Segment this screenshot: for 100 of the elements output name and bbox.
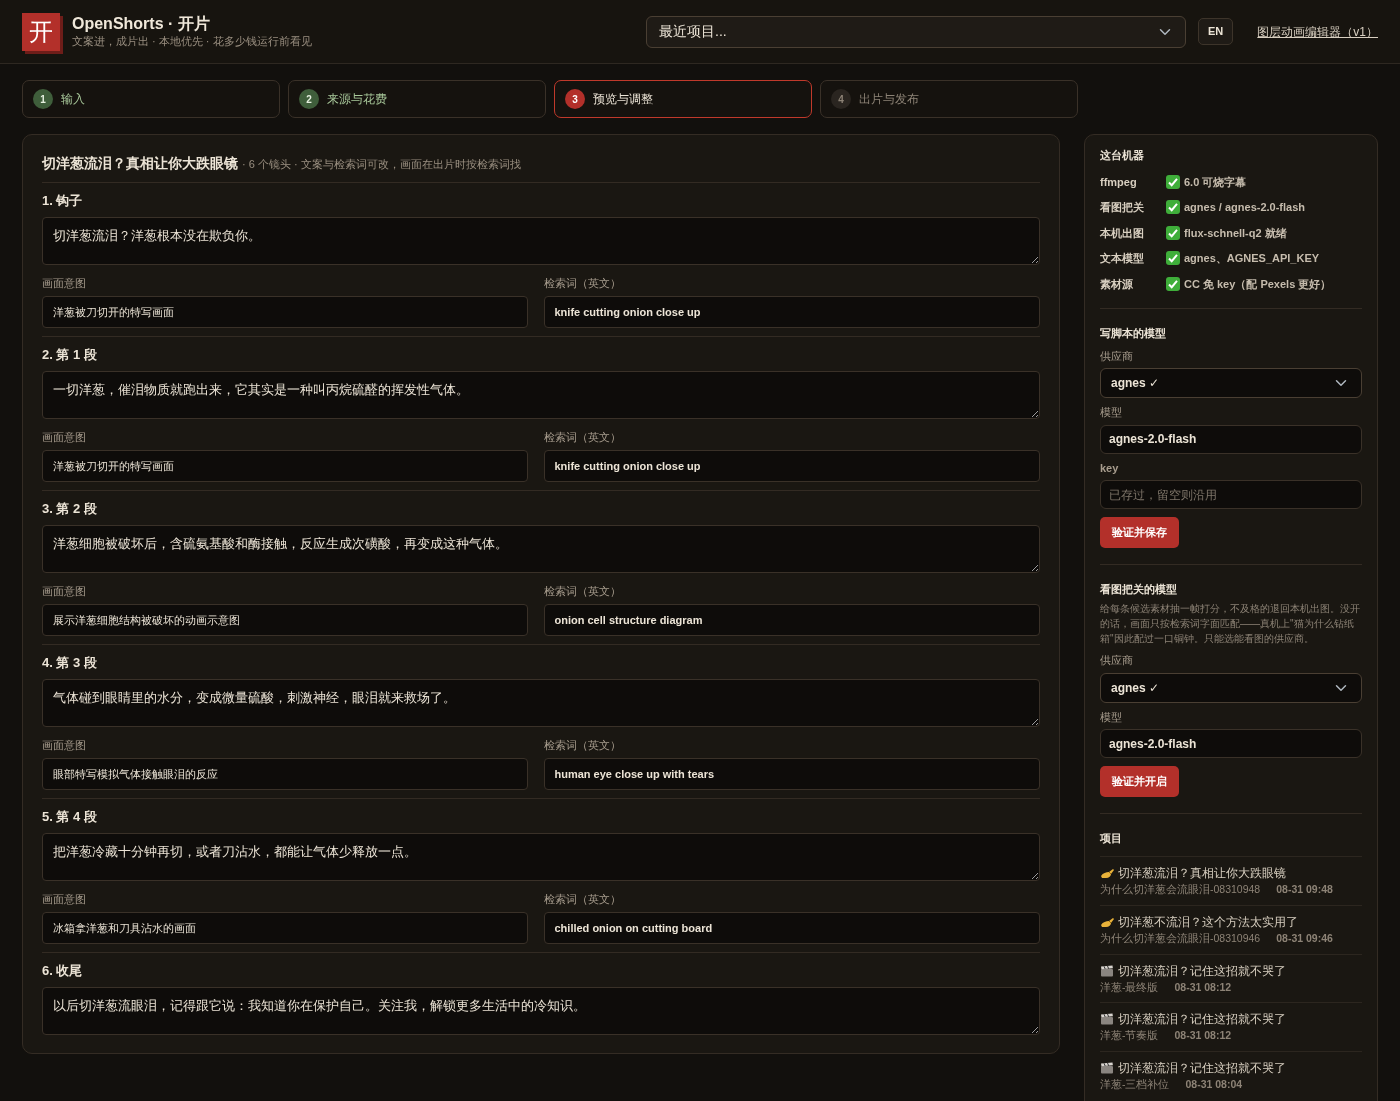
field-label: 画面意图 <box>42 737 87 753</box>
shot-text-field[interactable]: 把洋葱冷藏十分钟再切，或者刀沾水，都能让气体少释放一点。 <box>42 832 1040 881</box>
section-title: 项目 <box>1100 830 1123 846</box>
field-label: 模型 <box>1100 709 1123 725</box>
visual-intent-field[interactable]: 洋葱被刀切开的特写画面 <box>42 450 528 482</box>
step-number: 4 <box>831 89 851 109</box>
field-label: 画面意图 <box>42 429 87 445</box>
verify-button[interactable]: 验证并保存 <box>1100 517 1179 548</box>
editor-link[interactable]: 图层动画编辑器（v1） <box>1257 22 1378 41</box>
section-title: 看图把关的模型 <box>1100 581 1178 597</box>
section-description: 给每条候选素材抽一帧打分，不及格的退回本机出图。没开的话，画面只按检索词字面匹配——真机上"猫为什么钻纸箱"因此配过一口铜钟。只能选能看图的供应商。 <box>1100 602 1361 646</box>
status-name: 素材源 <box>1100 276 1134 292</box>
project-item[interactable]: 切洋葱流泪？记住这招就不哭了 洋葱-最终版 08-31 08:12 <box>1100 953 1362 1003</box>
status-name: 看图把关 <box>1100 200 1145 215</box>
shot-text-field[interactable]: 气体碰到眼睛里的水分，变成微量硫酸，刺激神经，眼泪就来救场了。 <box>42 678 1040 727</box>
search-query-field[interactable]: chilled onion on cutting board <box>543 912 1040 944</box>
section-title: 这台机器 <box>1100 148 1145 163</box>
status-name: 本机出图 <box>1100 225 1145 241</box>
script-meta: · 6 个镜头 · 文案与检索词可改，画面在出片时按检索词找 <box>242 157 521 172</box>
shot-text-field[interactable]: 洋葱细胞被破坏后，含硫氨基酸和酶接触，反应生成次磺酸，再变成这种气体。 <box>42 524 1040 573</box>
step-tab[interactable]: 2 来源与花费 <box>288 80 546 118</box>
field-label: 供应商 <box>1100 653 1134 668</box>
status-value: agnes、AGNES_API_KEY <box>1184 251 1320 266</box>
clapperboard-icon <box>1100 1062 1114 1074</box>
shot-heading: 5. 第 4 段 <box>42 808 98 826</box>
status-value: 6.0 可烧字幕 <box>1184 174 1247 190</box>
project-item[interactable]: 切洋葱流泪？记住这招就不哭了 洋葱-三档补位 08-31 08:04 <box>1100 1051 1362 1100</box>
shot-text-field[interactable]: 切洋葱流泪？洋葱根本没在欺负你。 <box>42 216 1040 265</box>
logo: 开 <box>22 12 60 51</box>
step-tab[interactable]: 3 预览与调整 <box>554 80 812 118</box>
search-query-field[interactable]: knife cutting onion close up <box>543 450 1040 482</box>
language-button[interactable]: EN <box>1198 18 1234 45</box>
field-label: 画面意图 <box>42 275 87 291</box>
visual-intent-field[interactable]: 洋葱被刀切开的特写画面 <box>42 296 528 328</box>
writing-hand-icon <box>1100 915 1114 928</box>
project-name: 洋葱-三档补位 <box>1100 1077 1170 1092</box>
status-value: CC 免 key（配 Pexels 更好） <box>1184 276 1332 292</box>
model-field[interactable]: agnes-2.0-flash <box>1100 729 1362 758</box>
shot-text-field[interactable]: 以后切洋葱流眼泪，记得跟它说：我知道你在保护自己。关注我，解锁更多生活中的冷知识。 <box>42 986 1040 1035</box>
field-label: 检索词（英文） <box>543 737 622 753</box>
recent-projects-select[interactable]: 最近项目... <box>646 15 1187 48</box>
search-query-field[interactable]: human eye close up with tears <box>543 758 1040 790</box>
field-label: 检索词（英文） <box>543 891 622 907</box>
app-subtitle: 文案进，成片出 · 本地优先 · 花多少钱运行前看见 <box>72 33 312 49</box>
project-item[interactable]: 切洋葱不流泪？这个方法太实用了 为什么切洋葱会流眼泪-08310946 08-31 09:46 <box>1100 904 1362 954</box>
project-time: 08-31 09:48 <box>1276 882 1333 897</box>
field-label: 画面意图 <box>42 583 87 599</box>
section-title: 写脚本的模型 <box>1100 326 1167 341</box>
field-label: 供应商 <box>1100 348 1134 364</box>
field-label: 检索词（英文） <box>543 275 622 291</box>
field-label: key <box>1100 460 1120 476</box>
project-name: 为什么切洋葱会流眼泪-08310946 <box>1100 930 1261 946</box>
script-title: 切洋葱流泪？真相让你大跌眼镜 <box>42 154 238 173</box>
step-number: 2 <box>299 89 319 109</box>
shot-heading: 4. 第 3 段 <box>42 654 98 672</box>
status-name: ffmpeg <box>1100 174 1138 190</box>
provider-select[interactable]: agnes ✓ <box>1100 672 1362 703</box>
step-number: 1 <box>33 89 53 109</box>
shot-heading: 1. 钩子 <box>42 192 84 210</box>
field-label: 画面意图 <box>42 891 87 907</box>
shot-heading: 6. 收尾 <box>42 962 84 980</box>
clapperboard-icon <box>1100 964 1114 977</box>
project-title: 切洋葱流泪？记住这招就不哭了 <box>1118 962 1286 980</box>
project-title: 切洋葱流泪？记住这招就不哭了 <box>1118 1060 1286 1077</box>
field-label: 检索词（英文） <box>543 429 622 445</box>
project-name: 洋葱-最终版 <box>1100 979 1159 995</box>
project-item[interactable]: 切洋葱流泪？真相让你大跌眼镜 为什么切洋葱会流眼泪-08310948 08-31 09:48 <box>1100 856 1362 905</box>
clapperboard-icon <box>1100 1013 1114 1026</box>
step-tab[interactable]: 1 输入 <box>22 80 280 118</box>
project-name: 为什么切洋葱会流眼泪-08310948 <box>1100 882 1261 897</box>
project-title: 切洋葱不流泪？这个方法太实用了 <box>1118 913 1298 931</box>
status-value: flux-schnell-q2 就绪 <box>1184 225 1287 241</box>
status-value: agnes / agnes-2.0-flash <box>1184 200 1306 215</box>
project-title: 切洋葱流泪？记住这招就不哭了 <box>1118 1011 1286 1029</box>
step-number: 3 <box>565 89 585 109</box>
app-title: OpenShorts · 开片 <box>72 13 211 33</box>
verify-button[interactable]: 验证并开启 <box>1100 766 1179 797</box>
status-name: 文本模型 <box>1100 251 1145 266</box>
field-label: 模型 <box>1100 405 1123 420</box>
project-time: 08-31 08:12 <box>1174 1028 1232 1044</box>
visual-intent-field[interactable]: 眼部特写模拟气体接触眼泪的反应 <box>42 758 528 790</box>
visual-intent-field[interactable]: 冰箱拿洋葱和刀具沾水的画面 <box>42 912 528 944</box>
key-field[interactable]: 已存过，留空则沿用 <box>1100 480 1362 509</box>
project-title: 切洋葱流泪？真相让你大跌眼镜 <box>1118 865 1286 882</box>
shot-text-field[interactable]: 一切洋葱，催泪物质就跑出来，它其实是一种叫丙烷硫醛的挥发性气体。 <box>42 370 1040 419</box>
writing-hand-icon <box>1100 867 1114 879</box>
project-name: 洋葱-节奏版 <box>1100 1028 1159 1044</box>
project-time: 08-31 09:46 <box>1276 930 1333 946</box>
shot-heading: 2. 第 1 段 <box>42 346 98 364</box>
project-item[interactable]: 切洋葱流泪？记住这招就不哭了 洋葱-节奏版 08-31 08:12 <box>1100 1002 1362 1051</box>
model-field[interactable]: agnes-2.0-flash <box>1100 424 1362 454</box>
field-label: 检索词（英文） <box>543 583 622 599</box>
search-query-field[interactable]: knife cutting onion close up <box>543 296 1040 328</box>
step-tab[interactable]: 4 出片与发布 <box>820 80 1078 118</box>
project-time: 08-31 08:04 <box>1185 1077 1243 1092</box>
provider-select[interactable]: agnes ✓ <box>1100 368 1362 398</box>
project-time: 08-31 08:12 <box>1174 979 1232 995</box>
shot-heading: 3. 第 2 段 <box>42 500 98 518</box>
visual-intent-field[interactable]: 展示洋葱细胞结构被破坏的动画示意图 <box>42 604 528 636</box>
search-query-field[interactable]: onion cell structure diagram <box>543 604 1040 636</box>
